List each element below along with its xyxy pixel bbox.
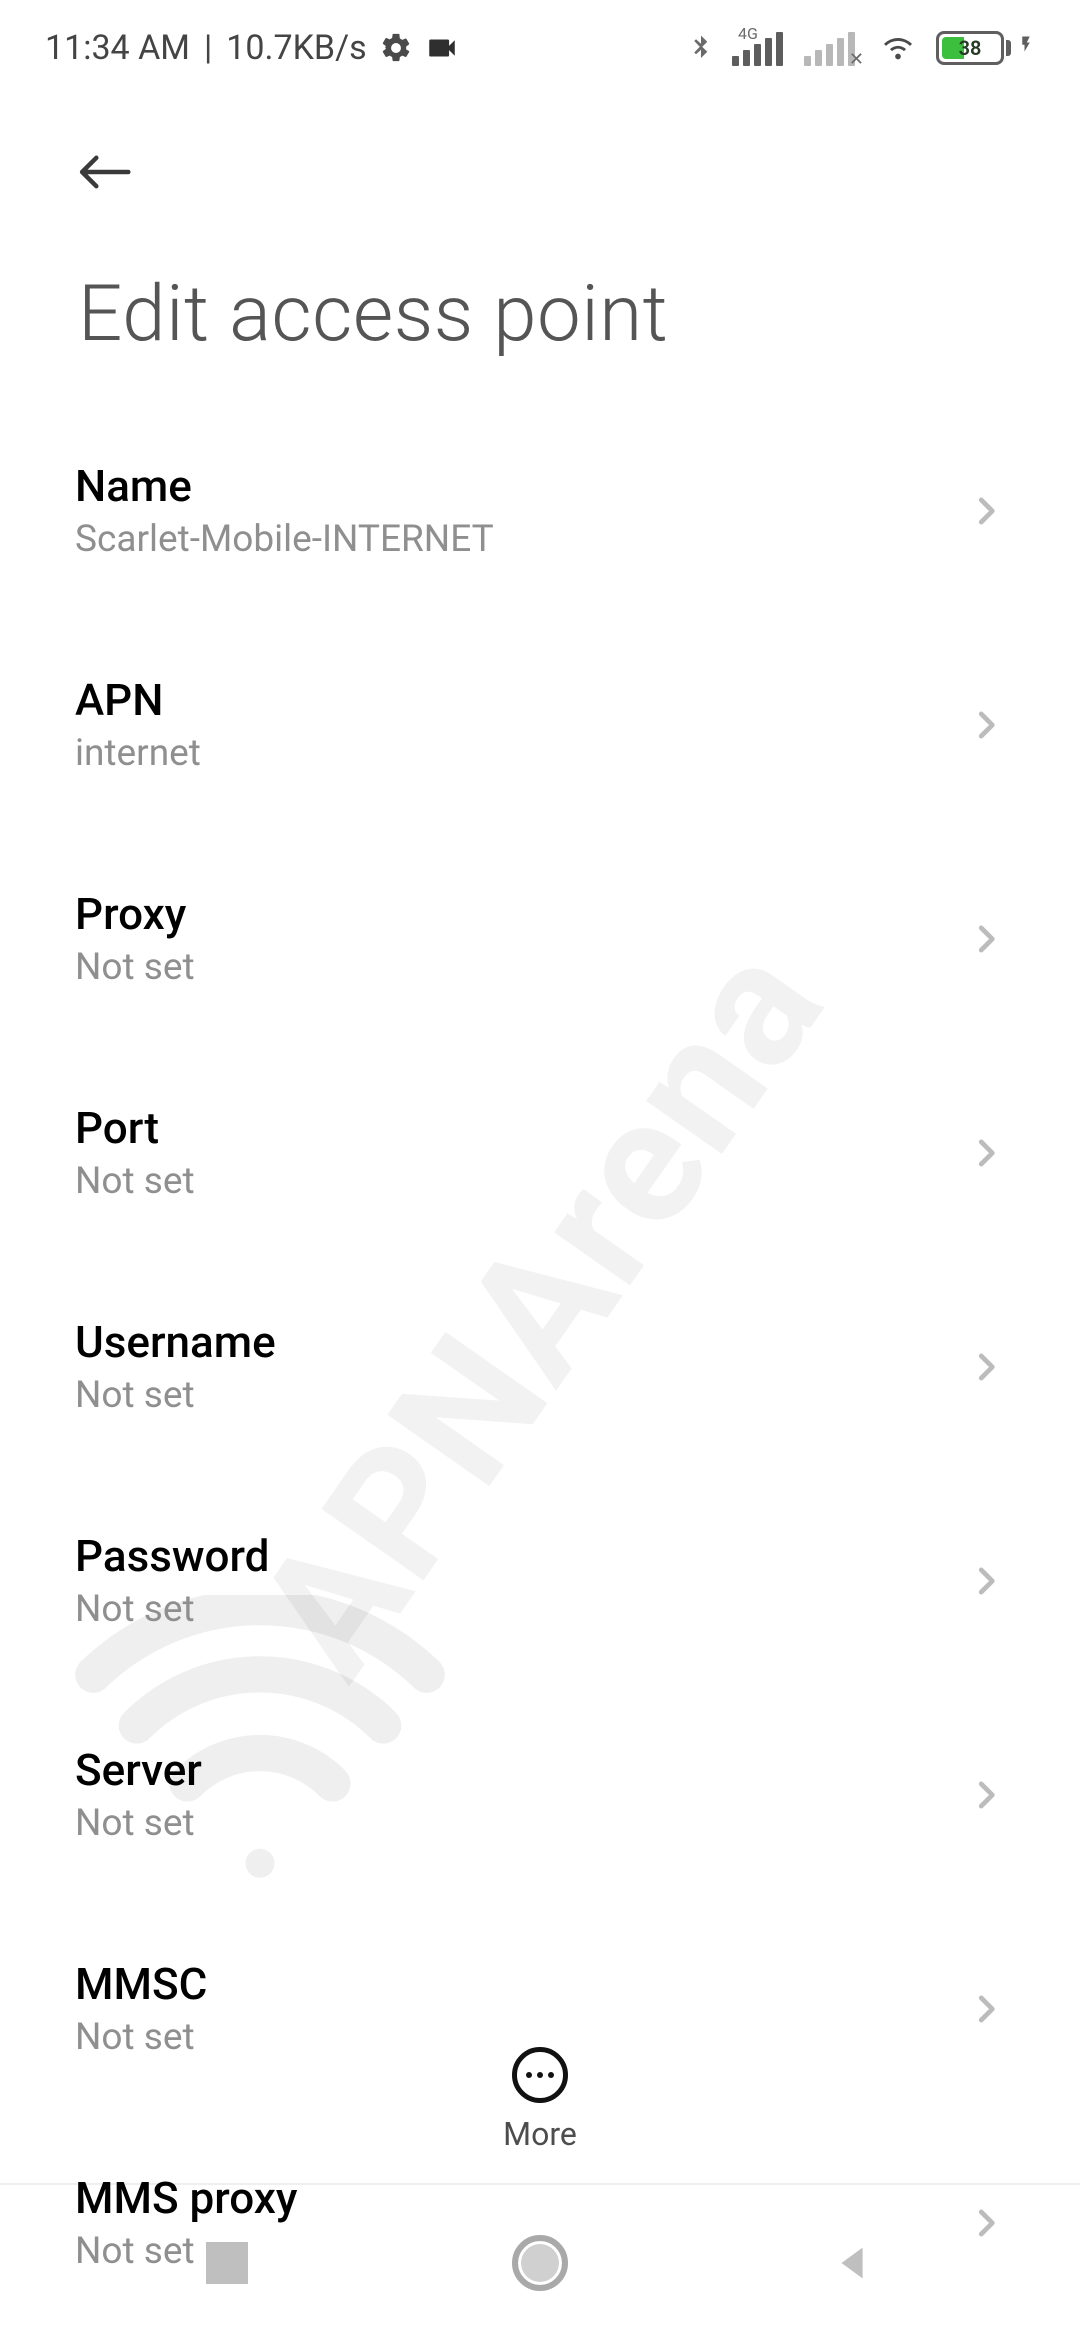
status-separator: | [204,28,212,68]
chevron-right-icon [967,1562,1005,1600]
row-label: APN [75,674,201,726]
row-value: Not set [75,2230,297,2273]
row-label: Port [75,1102,195,1154]
cellular-signal-2-icon: ✕ [804,30,860,66]
apn-row-apn[interactable]: APN internet [75,674,1005,775]
row-label: Password [75,1530,269,1582]
status-bar: 11:34 AM | 10.7KB/s 4G ✕ [0,0,1080,95]
apn-row-name[interactable]: Name Scarlet-Mobile-INTERNET [75,460,1005,561]
bluetooth-icon [686,31,716,65]
row-value: Not set [75,1588,269,1631]
row-label: Name [75,460,494,512]
apn-row-port[interactable]: Port Not set [75,1102,1005,1203]
row-value: Not set [75,2016,207,2059]
settings-list: Name Scarlet-Mobile-INTERNET APN interne… [0,400,1080,2273]
status-network-speed: 10.7KB/s [226,28,366,68]
row-label: MMSC [75,1958,207,2010]
row-label: MMS proxy [75,2172,297,2224]
row-value: Not set [75,1374,276,1417]
status-time: 11:34 AM [45,28,190,68]
video-camera-icon [425,31,459,65]
wifi-icon [876,31,920,65]
battery-percent-label: 38 [939,34,1001,62]
apn-row-password[interactable]: Password Not set [75,1530,1005,1631]
row-value: Scarlet-Mobile-INTERNET [75,518,494,561]
apn-row-server[interactable]: Server Not set [75,1744,1005,1845]
row-label: Username [75,1316,276,1368]
chevron-right-icon [967,1776,1005,1814]
back-button[interactable] [75,140,139,204]
row-value: Not set [75,1160,195,1203]
apn-row-username[interactable]: Username Not set [75,1316,1005,1417]
gear-icon [379,31,413,65]
apn-row-mms-proxy[interactable]: MMS proxy Not set [75,2172,1005,2273]
apn-row-mmsc[interactable]: MMSC Not set [75,1958,1005,2059]
row-value: Not set [75,1802,202,1845]
cellular-signal-1-icon: 4G [732,30,788,66]
row-label: Proxy [75,888,195,940]
chevron-right-icon [967,1990,1005,2028]
chevron-right-icon [967,1348,1005,1386]
row-label: Server [75,1744,202,1796]
battery-icon: 38 [936,27,1035,69]
chevron-right-icon [967,920,1005,958]
page-title: Edit access point [0,214,1080,400]
chevron-right-icon [967,2204,1005,2242]
apn-row-proxy[interactable]: Proxy Not set [75,888,1005,989]
chevron-right-icon [967,1134,1005,1172]
row-value: Not set [75,946,195,989]
chevron-right-icon [967,706,1005,744]
row-value: internet [75,732,201,775]
status-right: 4G ✕ 38 [686,27,1035,69]
status-left: 11:34 AM | 10.7KB/s [45,28,459,68]
charging-bolt-icon [1017,27,1035,69]
chevron-right-icon [967,492,1005,530]
